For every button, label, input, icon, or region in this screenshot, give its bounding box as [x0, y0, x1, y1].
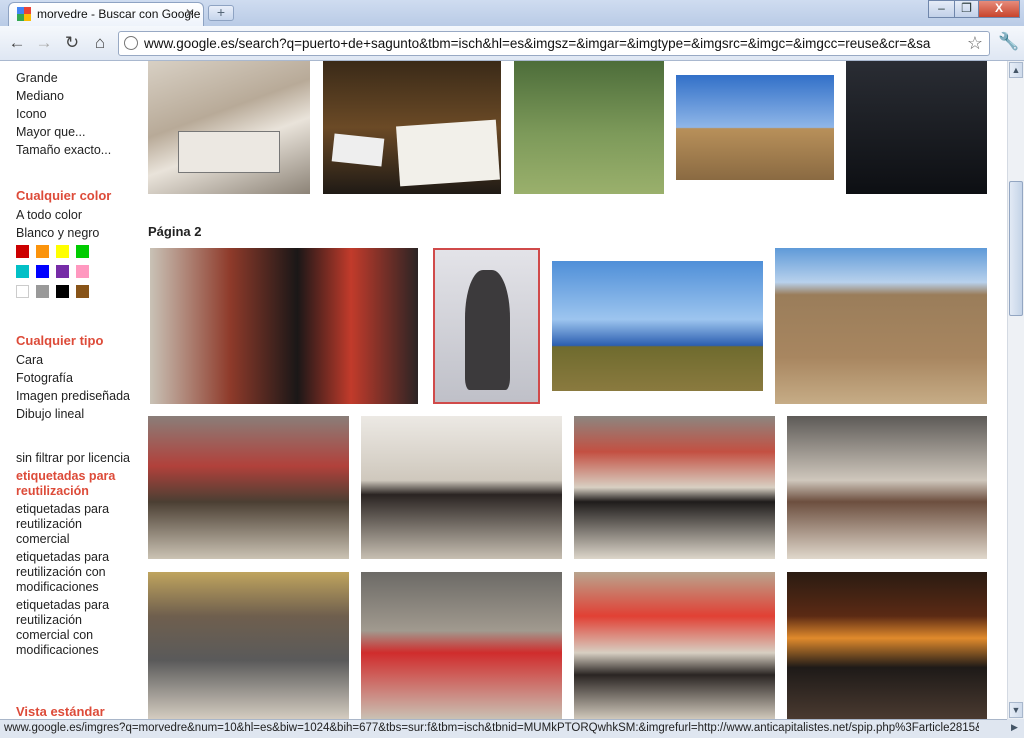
address-url[interactable]: www.google.es/search?q=puerto+de+sagunto…	[144, 36, 966, 51]
scroll-corner: ▶	[1007, 719, 1024, 738]
color-option-bw[interactable]: Blanco y negro	[16, 224, 99, 242]
color-swatch[interactable]	[16, 245, 29, 258]
size-option-larger-than[interactable]: Mayor que...	[16, 123, 111, 141]
color-swatch[interactable]	[36, 245, 49, 258]
reload-icon[interactable]: ↻	[61, 32, 83, 54]
page-content: x Grande Mediano Icono Mayor que... Tama…	[0, 61, 1007, 719]
image-thumbnail[interactable]	[361, 572, 562, 719]
image-thumbnail[interactable]	[574, 416, 775, 559]
color-swatch[interactable]	[36, 285, 49, 298]
wrench-icon[interactable]: 🔧	[998, 32, 1019, 52]
license-option-unfiltered[interactable]: sin filtrar por licencia	[16, 451, 138, 466]
image-thumbnail[interactable]	[433, 248, 540, 404]
color-swatch-grid	[16, 245, 96, 305]
image-thumbnail[interactable]	[150, 248, 418, 404]
type-filter-heading[interactable]: Cualquier tipo	[16, 333, 146, 348]
image-thumbnail[interactable]	[361, 416, 562, 559]
status-url: www.google.es/imgres?q=morvedre&num=10&h…	[4, 722, 979, 734]
image-thumbnail[interactable]	[323, 61, 501, 194]
size-filter-heading-partial: x	[16, 61, 76, 65]
browser-tab[interactable]: morvedre - Buscar con Google ✕	[8, 2, 204, 26]
color-swatch[interactable]	[56, 265, 69, 278]
globe-icon	[124, 36, 138, 50]
type-option-face[interactable]: Cara	[16, 351, 146, 369]
type-option-photo[interactable]: Fotografía	[16, 369, 146, 387]
license-option-modify[interactable]: etiquetadas para reutilización con modif…	[16, 550, 138, 595]
protest-banner	[396, 119, 500, 187]
image-thumbnail[interactable]	[148, 61, 310, 194]
image-thumbnail[interactable]	[787, 572, 987, 719]
image-thumbnail[interactable]	[787, 416, 987, 559]
size-filter-list: Grande Mediano Icono Mayor que... Tamaño…	[16, 69, 111, 159]
license-option-commercial[interactable]: etiquetadas para reutilización comercial	[16, 502, 138, 547]
color-swatch[interactable]	[16, 265, 29, 278]
thumb-detail	[178, 131, 280, 173]
browser-toolbar: ← → ↻ ⌂ www.google.es/search?q=puerto+de…	[0, 26, 1024, 61]
type-option-lineart[interactable]: Dibujo lineal	[16, 405, 146, 423]
scroll-down-icon[interactable]: ▼	[1009, 702, 1023, 718]
image-thumbnail[interactable]	[552, 261, 763, 391]
vertical-scrollbar[interactable]: ▲ ▼	[1007, 61, 1024, 719]
license-option-reuse[interactable]: etiquetadas para reutilización	[16, 469, 138, 499]
scroll-right-icon[interactable]: ▶	[1011, 722, 1018, 733]
restore-button[interactable]: ❐	[954, 0, 979, 18]
protest-banner	[331, 133, 385, 167]
size-option-medium[interactable]: Mediano	[16, 87, 111, 105]
color-swatch[interactable]	[76, 265, 89, 278]
close-window-button[interactable]: X	[978, 0, 1020, 18]
scroll-up-icon[interactable]: ▲	[1009, 62, 1023, 78]
title-bar: morvedre - Buscar con Google ✕ + – ❐ X	[0, 0, 1024, 26]
image-thumbnail[interactable]	[148, 572, 349, 719]
color-swatch[interactable]	[36, 265, 49, 278]
view-heading[interactable]: Vista estándar	[16, 704, 146, 719]
address-bar[interactable]: www.google.es/search?q=puerto+de+sagunto…	[118, 31, 990, 56]
image-thumbnail[interactable]	[676, 75, 834, 180]
license-option-commercial-modify[interactable]: etiquetadas para reutilización comercial…	[16, 598, 138, 658]
tab-close-icon[interactable]: ✕	[185, 6, 195, 20]
tab-title: morvedre - Buscar con Google	[37, 7, 201, 21]
license-filter-list: sin filtrar por licencia etiquetadas par…	[16, 451, 138, 661]
size-option-large[interactable]: Grande	[16, 69, 111, 87]
back-icon[interactable]: ←	[6, 32, 28, 54]
forward-icon[interactable]: →	[33, 32, 55, 54]
size-option-exact[interactable]: Tamaño exacto...	[16, 141, 111, 159]
image-thumbnail[interactable]	[775, 248, 987, 404]
image-thumbnail[interactable]	[846, 61, 987, 194]
new-tab-button[interactable]: +	[208, 5, 234, 21]
type-option-clipart[interactable]: Imagen prediseñada	[16, 387, 146, 405]
home-icon[interactable]: ⌂	[89, 32, 111, 54]
color-swatch[interactable]	[76, 285, 89, 298]
status-bar: www.google.es/imgres?q=morvedre&num=10&h…	[0, 719, 1007, 738]
color-option-full[interactable]: A todo color	[16, 206, 99, 224]
color-swatch[interactable]	[16, 285, 29, 298]
color-swatch[interactable]	[56, 245, 69, 258]
color-filter-heading[interactable]: Cualquier color	[16, 188, 146, 203]
scrollbar-thumb[interactable]	[1009, 181, 1023, 316]
minimize-button[interactable]: –	[928, 0, 955, 18]
color-filter-list: A todo color Blanco y negro	[16, 206, 99, 242]
image-thumbnail[interactable]	[148, 416, 349, 559]
type-filter-list: Cara Fotografía Imagen prediseñada Dibuj…	[16, 351, 146, 423]
image-thumbnail[interactable]	[514, 61, 664, 194]
color-swatch[interactable]	[76, 245, 89, 258]
bookmark-star-icon[interactable]: ☆	[967, 33, 983, 54]
page-label: Página 2	[148, 224, 202, 239]
image-thumbnail[interactable]	[574, 572, 775, 719]
color-swatch[interactable]	[56, 285, 69, 298]
sculpture-shape	[465, 270, 510, 390]
size-option-icon[interactable]: Icono	[16, 105, 111, 123]
google-favicon-icon	[17, 7, 31, 21]
